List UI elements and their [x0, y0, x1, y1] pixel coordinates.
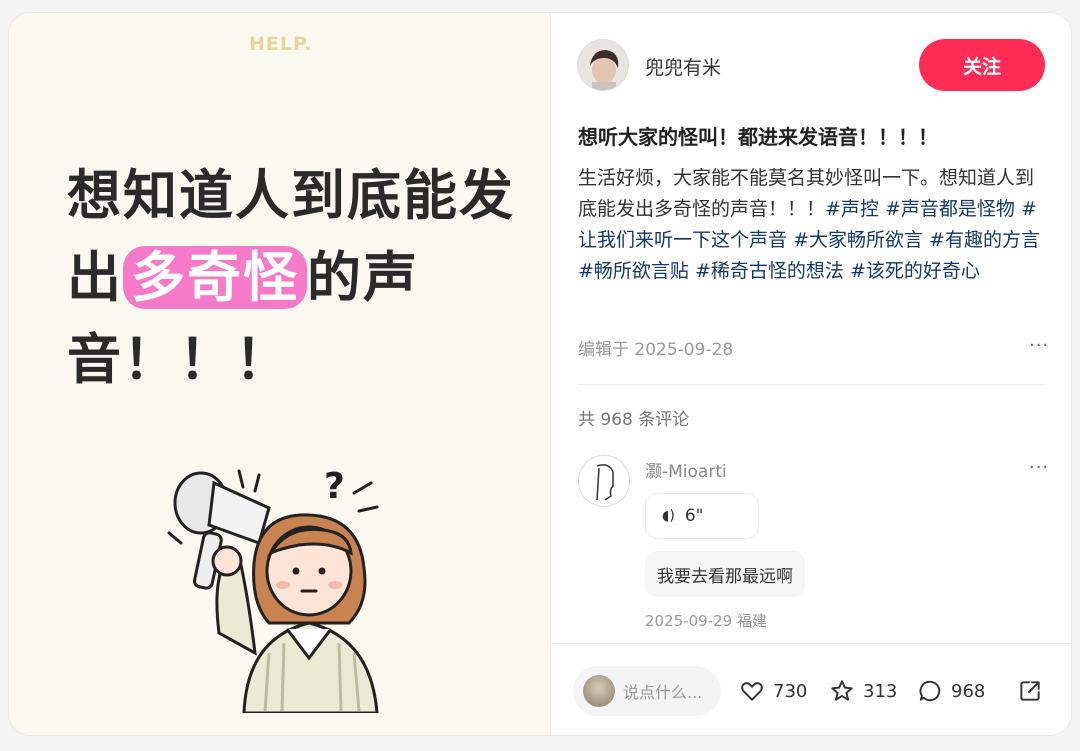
- post-title: 想听大家的怪叫！都进来发语音！！！！: [578, 125, 938, 149]
- favorite-button[interactable]: 313: [829, 678, 897, 704]
- voice-message[interactable]: ◖) 6": [645, 493, 759, 539]
- commenter-avatar[interactable]: [578, 455, 630, 507]
- comment-placeholder: 说点什么...: [623, 683, 703, 702]
- voice-duration: 6": [684, 506, 704, 526]
- hashtag[interactable]: #畅所欲言贴: [578, 260, 689, 282]
- like-count: 730: [773, 680, 808, 702]
- author-avatar[interactable]: [577, 39, 629, 91]
- comment-more-button[interactable]: ···: [1029, 459, 1049, 477]
- my-avatar: [583, 675, 615, 707]
- author-name[interactable]: 兜兜有米: [645, 53, 721, 80]
- sketch-avatar: [596, 464, 614, 501]
- post-card: HELP. 想知道人到底能发出 多奇怪 的声音！！！ ? 兜兜有米 关注 想听大…: [8, 12, 1072, 736]
- hashtag[interactable]: #该死的好奇心: [850, 260, 980, 282]
- author-photo: [578, 40, 628, 90]
- image-headline: 想知道人到底能发出 多奇怪 的声音！！！: [67, 155, 537, 401]
- hashtag[interactable]: #有趣的方言: [929, 229, 1040, 251]
- voice-wave-icon: ◖): [662, 508, 675, 524]
- divider: [578, 384, 1045, 385]
- engagement-bar: 说点什么... 730 313 968: [551, 643, 1071, 735]
- comment-meta: 2025-09-29 福建: [645, 612, 767, 630]
- hashtag[interactable]: #声控: [825, 198, 879, 220]
- comment-total: 968: [951, 680, 986, 702]
- commenter-name[interactable]: 灏-Mioarti: [645, 457, 727, 482]
- post-more-button[interactable]: ···: [1029, 337, 1049, 355]
- edit-date: 编辑于 2025-09-28: [578, 340, 734, 360]
- headline-highlight: 多奇怪: [123, 246, 307, 309]
- follow-button[interactable]: 关注: [919, 39, 1045, 91]
- star-icon: [831, 680, 853, 701]
- hashtag[interactable]: #大家畅所欲言: [793, 229, 923, 251]
- heart-icon: [741, 682, 763, 701]
- post-detail-panel: 兜兜有米 关注 想听大家的怪叫！都进来发语音！！！！ 生活好烦，大家能不能莫名其…: [551, 13, 1071, 735]
- share-icon: [1020, 681, 1040, 701]
- comment-text: 我要去看那最远啊: [645, 551, 805, 597]
- hashtag[interactable]: #稀奇古怪的想法: [695, 260, 844, 282]
- hair-dryer-girl-illustration: ?: [167, 466, 379, 713]
- like-button[interactable]: 730: [739, 678, 807, 704]
- hashtag[interactable]: #声音都是怪物: [885, 198, 1015, 220]
- favorite-count: 313: [863, 680, 898, 702]
- comment-button[interactable]: 968: [917, 678, 985, 704]
- help-logo: HELP.: [249, 33, 313, 55]
- svg-text:?: ?: [324, 466, 345, 507]
- comment-input[interactable]: 说点什么...: [573, 666, 721, 716]
- share-button[interactable]: [1017, 678, 1043, 704]
- comment-bubble-icon: [919, 680, 941, 702]
- post-body: 生活好烦，大家能不能莫名其妙怪叫一下。想知道人到底能发出多奇怪的声音！！！#声控…: [578, 163, 1048, 287]
- post-image[interactable]: HELP. 想知道人到底能发出 多奇怪 的声音！！！ ?: [9, 13, 551, 735]
- comment-count: 共 968 条评论: [578, 410, 690, 430]
